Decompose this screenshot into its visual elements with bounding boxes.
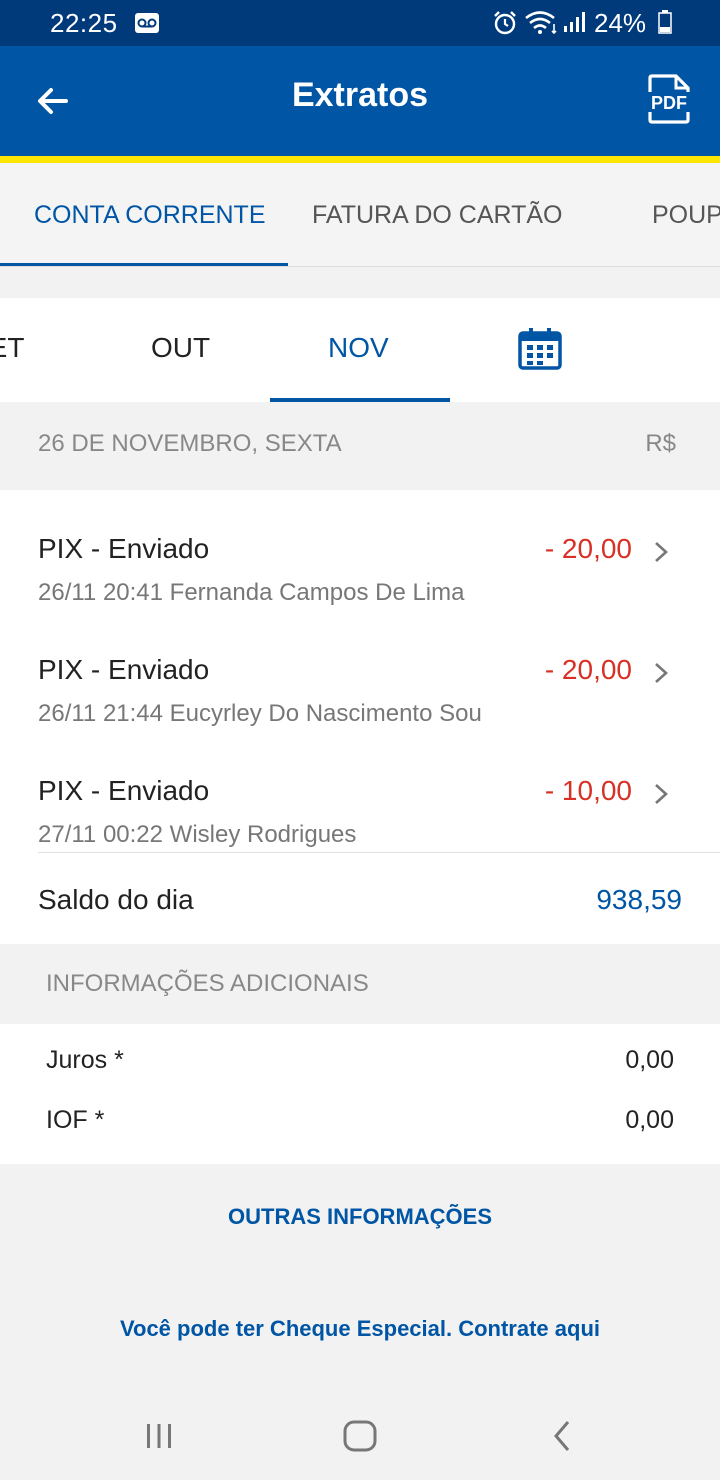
info-header: INFORMAÇÕES ADICIONAIS [0,944,720,1024]
cheque-especial-link[interactable]: Você pode ter Cheque Especial. Contrate … [0,1316,720,1342]
wifi-icon [525,11,557,35]
info-value: 0,00 [625,1106,674,1134]
month-selector: SET OUT NOV [0,298,720,402]
home-icon[interactable] [343,1420,377,1452]
month-nov[interactable]: NOV [328,332,389,364]
transaction-title: PIX - Enviado [38,533,210,564]
info-row-iof: IOF * 0,00 [0,1106,720,1146]
outras-informacoes-link[interactable]: OUTRAS INFORMAÇÕES [0,1204,720,1230]
tab-poupanca[interactable]: POUPANÇA [652,201,720,230]
transaction-row[interactable]: PIX - Enviado 26/11 21:44 Eucyrley Do Na… [0,630,720,750]
currency-label: R$ [645,430,676,457]
saldo-value: 938,59 [596,884,682,915]
svg-text:PDF: PDF [651,93,687,113]
alarm-icon [494,11,516,35]
info-label: Juros * [46,1046,124,1074]
pdf-icon[interactable]: PDF [646,74,692,124]
voicemail-icon [135,13,159,33]
chevron-right-icon [655,784,668,804]
accent-stripe [0,156,720,163]
transaction-row[interactable]: PIX - Enviado 26/11 20:41 Fernanda Campo… [0,509,720,629]
calendar-icon[interactable] [518,328,562,370]
day-date: 26 DE NOVEMBRO, SEXTA [38,430,342,457]
tab-indicator [0,263,288,266]
nav-back-icon[interactable] [552,1420,572,1452]
day-header: 26 DE NOVEMBRO, SEXTA R$ [0,404,720,490]
info-label: IOF * [46,1106,105,1134]
app-bar: Extratos PDF [0,46,720,156]
transaction-amount: - 20,00 [544,533,632,564]
transaction-list: PIX - Enviado 26/11 20:41 Fernanda Campo… [0,490,720,944]
transaction-title: PIX - Enviado [38,654,210,685]
transaction-amount: - 20,00 [544,654,632,685]
transaction-title: PIX - Enviado [38,775,210,806]
system-nav-bar [0,1390,720,1480]
account-tabs: CONTA CORRENTE FATURA DO CARTÃO POUPANÇA [0,163,720,267]
info-header-label: INFORMAÇÕES ADICIONAIS [46,970,369,997]
battery-icon [658,10,672,34]
page-title: Extratos [291,76,429,114]
month-set[interactable]: SET [0,332,24,364]
transaction-row[interactable]: PIX - Enviado 27/11 00:22 Wisley Rodrigu… [0,751,720,871]
info-value: 0,00 [625,1046,674,1074]
signal-icon [564,12,585,32]
month-indicator [270,398,450,402]
status-time: 22:25 [50,8,118,38]
info-body: Juros * 0,00 IOF * 0,00 [0,1024,720,1164]
transaction-description: 27/11 00:22 Wisley Rodrigues [38,821,357,848]
chevron-right-icon [655,663,668,683]
status-bar: 22:25 24% [0,0,720,46]
battery-level: 24% [594,8,647,38]
transaction-description: 26/11 20:41 Fernanda Campos De Lima [38,579,465,606]
tab-fatura-do-cartao[interactable]: FATURA DO CARTÃO [312,201,563,230]
transaction-description: 26/11 21:44 Eucyrley Do Nascimento Sou [38,700,482,727]
divider [38,852,720,853]
chevron-right-icon [655,542,668,562]
recent-apps-icon[interactable] [144,1422,174,1450]
tab-conta-corrente[interactable]: CONTA CORRENTE [34,201,266,230]
month-out[interactable]: OUT [151,332,210,364]
info-row-juros: Juros * 0,00 [0,1046,720,1086]
saldo-label: Saldo do dia [38,884,194,915]
transaction-amount: - 10,00 [544,775,632,806]
